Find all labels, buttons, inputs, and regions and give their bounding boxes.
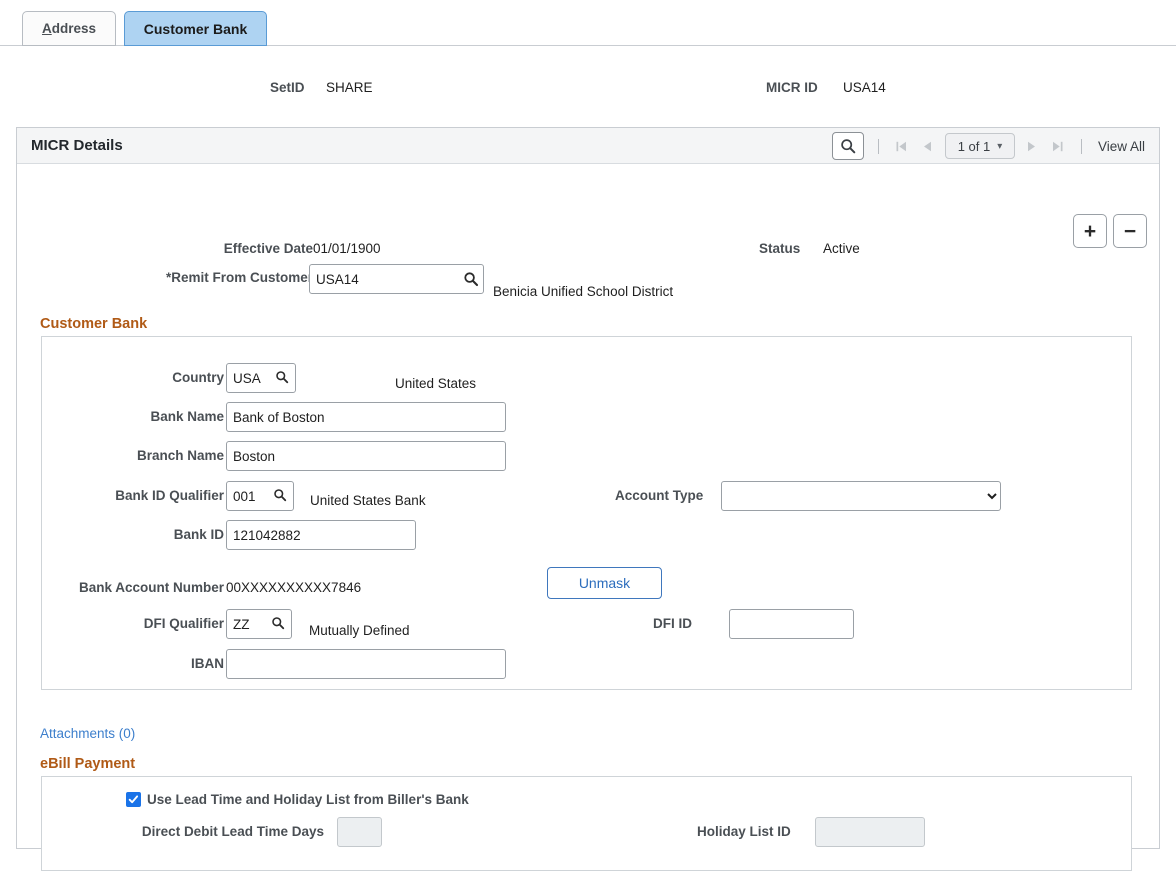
lookup-icon[interactable] bbox=[273, 488, 289, 504]
tab-address-accesskey: A bbox=[42, 21, 52, 36]
search-icon[interactable] bbox=[832, 132, 864, 160]
tab-customer-bank[interactable]: Customer Bank bbox=[124, 11, 267, 46]
unmask-button[interactable]: Unmask bbox=[547, 567, 662, 599]
key-fields-row: SetID SHARE MICR ID USA14 bbox=[0, 80, 1176, 106]
bank-id-qualifier-label: Bank ID Qualifier bbox=[47, 488, 224, 503]
use-lead-time-checkbox[interactable] bbox=[126, 792, 141, 807]
branch-name-input[interactable] bbox=[226, 441, 506, 471]
setid-value: SHARE bbox=[326, 80, 373, 95]
dfi-id-label: DFI ID bbox=[653, 616, 692, 631]
holiday-list-id-input[interactable] bbox=[815, 817, 925, 847]
country-description: United States bbox=[395, 376, 476, 391]
delete-row-button[interactable]: − bbox=[1113, 214, 1147, 248]
dfi-id-input[interactable] bbox=[729, 609, 854, 639]
bank-account-number-value: 00XXXXXXXXXX7846 bbox=[226, 580, 361, 595]
last-page-icon[interactable] bbox=[1045, 134, 1071, 158]
bank-id-label: Bank ID bbox=[47, 527, 224, 542]
previous-page-icon[interactable] bbox=[915, 134, 941, 158]
micr-id-value: USA14 bbox=[843, 80, 886, 95]
effective-date-label: Effective Date bbox=[198, 241, 313, 256]
lookup-icon[interactable] bbox=[463, 271, 479, 287]
customer-bank-groupbox bbox=[41, 336, 1132, 690]
bank-account-number-label: Bank Account Number bbox=[27, 580, 224, 595]
row-action-buttons: + − bbox=[1073, 214, 1147, 248]
remit-from-customer-input[interactable] bbox=[309, 264, 484, 294]
micr-details-title: MICR Details bbox=[31, 137, 123, 154]
grid-navigation-bar: 1 of 1 ▾ View All bbox=[832, 128, 1151, 164]
bank-id-qualifier-field bbox=[226, 481, 294, 511]
micr-id-label: MICR ID bbox=[766, 80, 818, 95]
use-lead-time-checkbox-label: Use Lead Time and Holiday List from Bill… bbox=[147, 792, 469, 807]
first-page-icon[interactable] bbox=[889, 134, 915, 158]
tab-address[interactable]: Address bbox=[22, 11, 116, 46]
direct-debit-lead-time-days-input[interactable] bbox=[337, 817, 382, 847]
dfi-qualifier-field bbox=[226, 609, 292, 639]
view-all-link[interactable]: View All bbox=[1098, 139, 1145, 154]
account-type-label: Account Type bbox=[615, 488, 703, 503]
nav-separator-2 bbox=[1081, 139, 1082, 154]
chevron-down-icon: ▾ bbox=[997, 141, 1002, 152]
direct-debit-lead-time-days-label: Direct Debit Lead Time Days bbox=[102, 824, 324, 839]
lookup-icon[interactable] bbox=[271, 616, 287, 632]
next-page-icon[interactable] bbox=[1019, 134, 1045, 158]
tab-address-rest: ddress bbox=[52, 21, 96, 36]
micr-details-panel: MICR Details bbox=[16, 127, 1160, 849]
dfi-qualifier-description: Mutually Defined bbox=[309, 623, 410, 638]
remit-from-customer-description: Benicia Unified School District bbox=[493, 284, 673, 299]
nav-separator-1 bbox=[878, 139, 879, 154]
micr-details-header: MICR Details bbox=[17, 128, 1159, 164]
add-row-button[interactable]: + bbox=[1073, 214, 1107, 248]
lookup-icon[interactable] bbox=[275, 370, 291, 386]
remit-from-customer-label: *Remit From Customer bbox=[133, 270, 313, 285]
remit-from-customer-field bbox=[309, 264, 484, 294]
bank-id-input[interactable] bbox=[226, 520, 416, 550]
country-label: Country bbox=[47, 370, 224, 385]
attachments-link[interactable]: Attachments (0) bbox=[40, 726, 135, 741]
bank-name-input[interactable] bbox=[226, 402, 506, 432]
country-field bbox=[226, 363, 296, 393]
account-type-select[interactable] bbox=[721, 481, 1001, 511]
tab-customer-bank-label: Customer Bank bbox=[144, 21, 247, 37]
ebill-payment-group-title: eBill Payment bbox=[40, 756, 135, 772]
branch-name-label: Branch Name bbox=[47, 448, 224, 463]
setid-label: SetID bbox=[270, 80, 305, 95]
status-value: Active bbox=[823, 241, 860, 256]
bank-name-label: Bank Name bbox=[47, 409, 224, 424]
bank-id-qualifier-description: United States Bank bbox=[310, 493, 426, 508]
dfi-qualifier-label: DFI Qualifier bbox=[47, 616, 224, 631]
effective-date-value: 01/01/1900 bbox=[313, 241, 381, 256]
micr-details-body: + − Effective Date 01/01/1900 Status Act… bbox=[17, 164, 1159, 849]
customer-bank-group-title: Customer Bank bbox=[40, 316, 147, 332]
tab-address-label: Address bbox=[42, 21, 96, 36]
use-lead-time-checkbox-row[interactable]: Use Lead Time and Holiday List from Bill… bbox=[126, 792, 469, 807]
unmask-button-label: Unmask bbox=[579, 575, 630, 591]
status-label: Status bbox=[759, 241, 800, 256]
row-counter-label: 1 of 1 bbox=[958, 139, 991, 154]
iban-input[interactable] bbox=[226, 649, 506, 679]
iban-label: IBAN bbox=[47, 656, 224, 671]
tab-strip: Address Customer Bank bbox=[0, 0, 1176, 47]
page-root: Address Customer Bank SetID SHARE MICR I… bbox=[0, 0, 1176, 873]
row-counter-dropdown[interactable]: 1 of 1 ▾ bbox=[945, 133, 1015, 159]
holiday-list-id-label: Holiday List ID bbox=[697, 824, 791, 839]
